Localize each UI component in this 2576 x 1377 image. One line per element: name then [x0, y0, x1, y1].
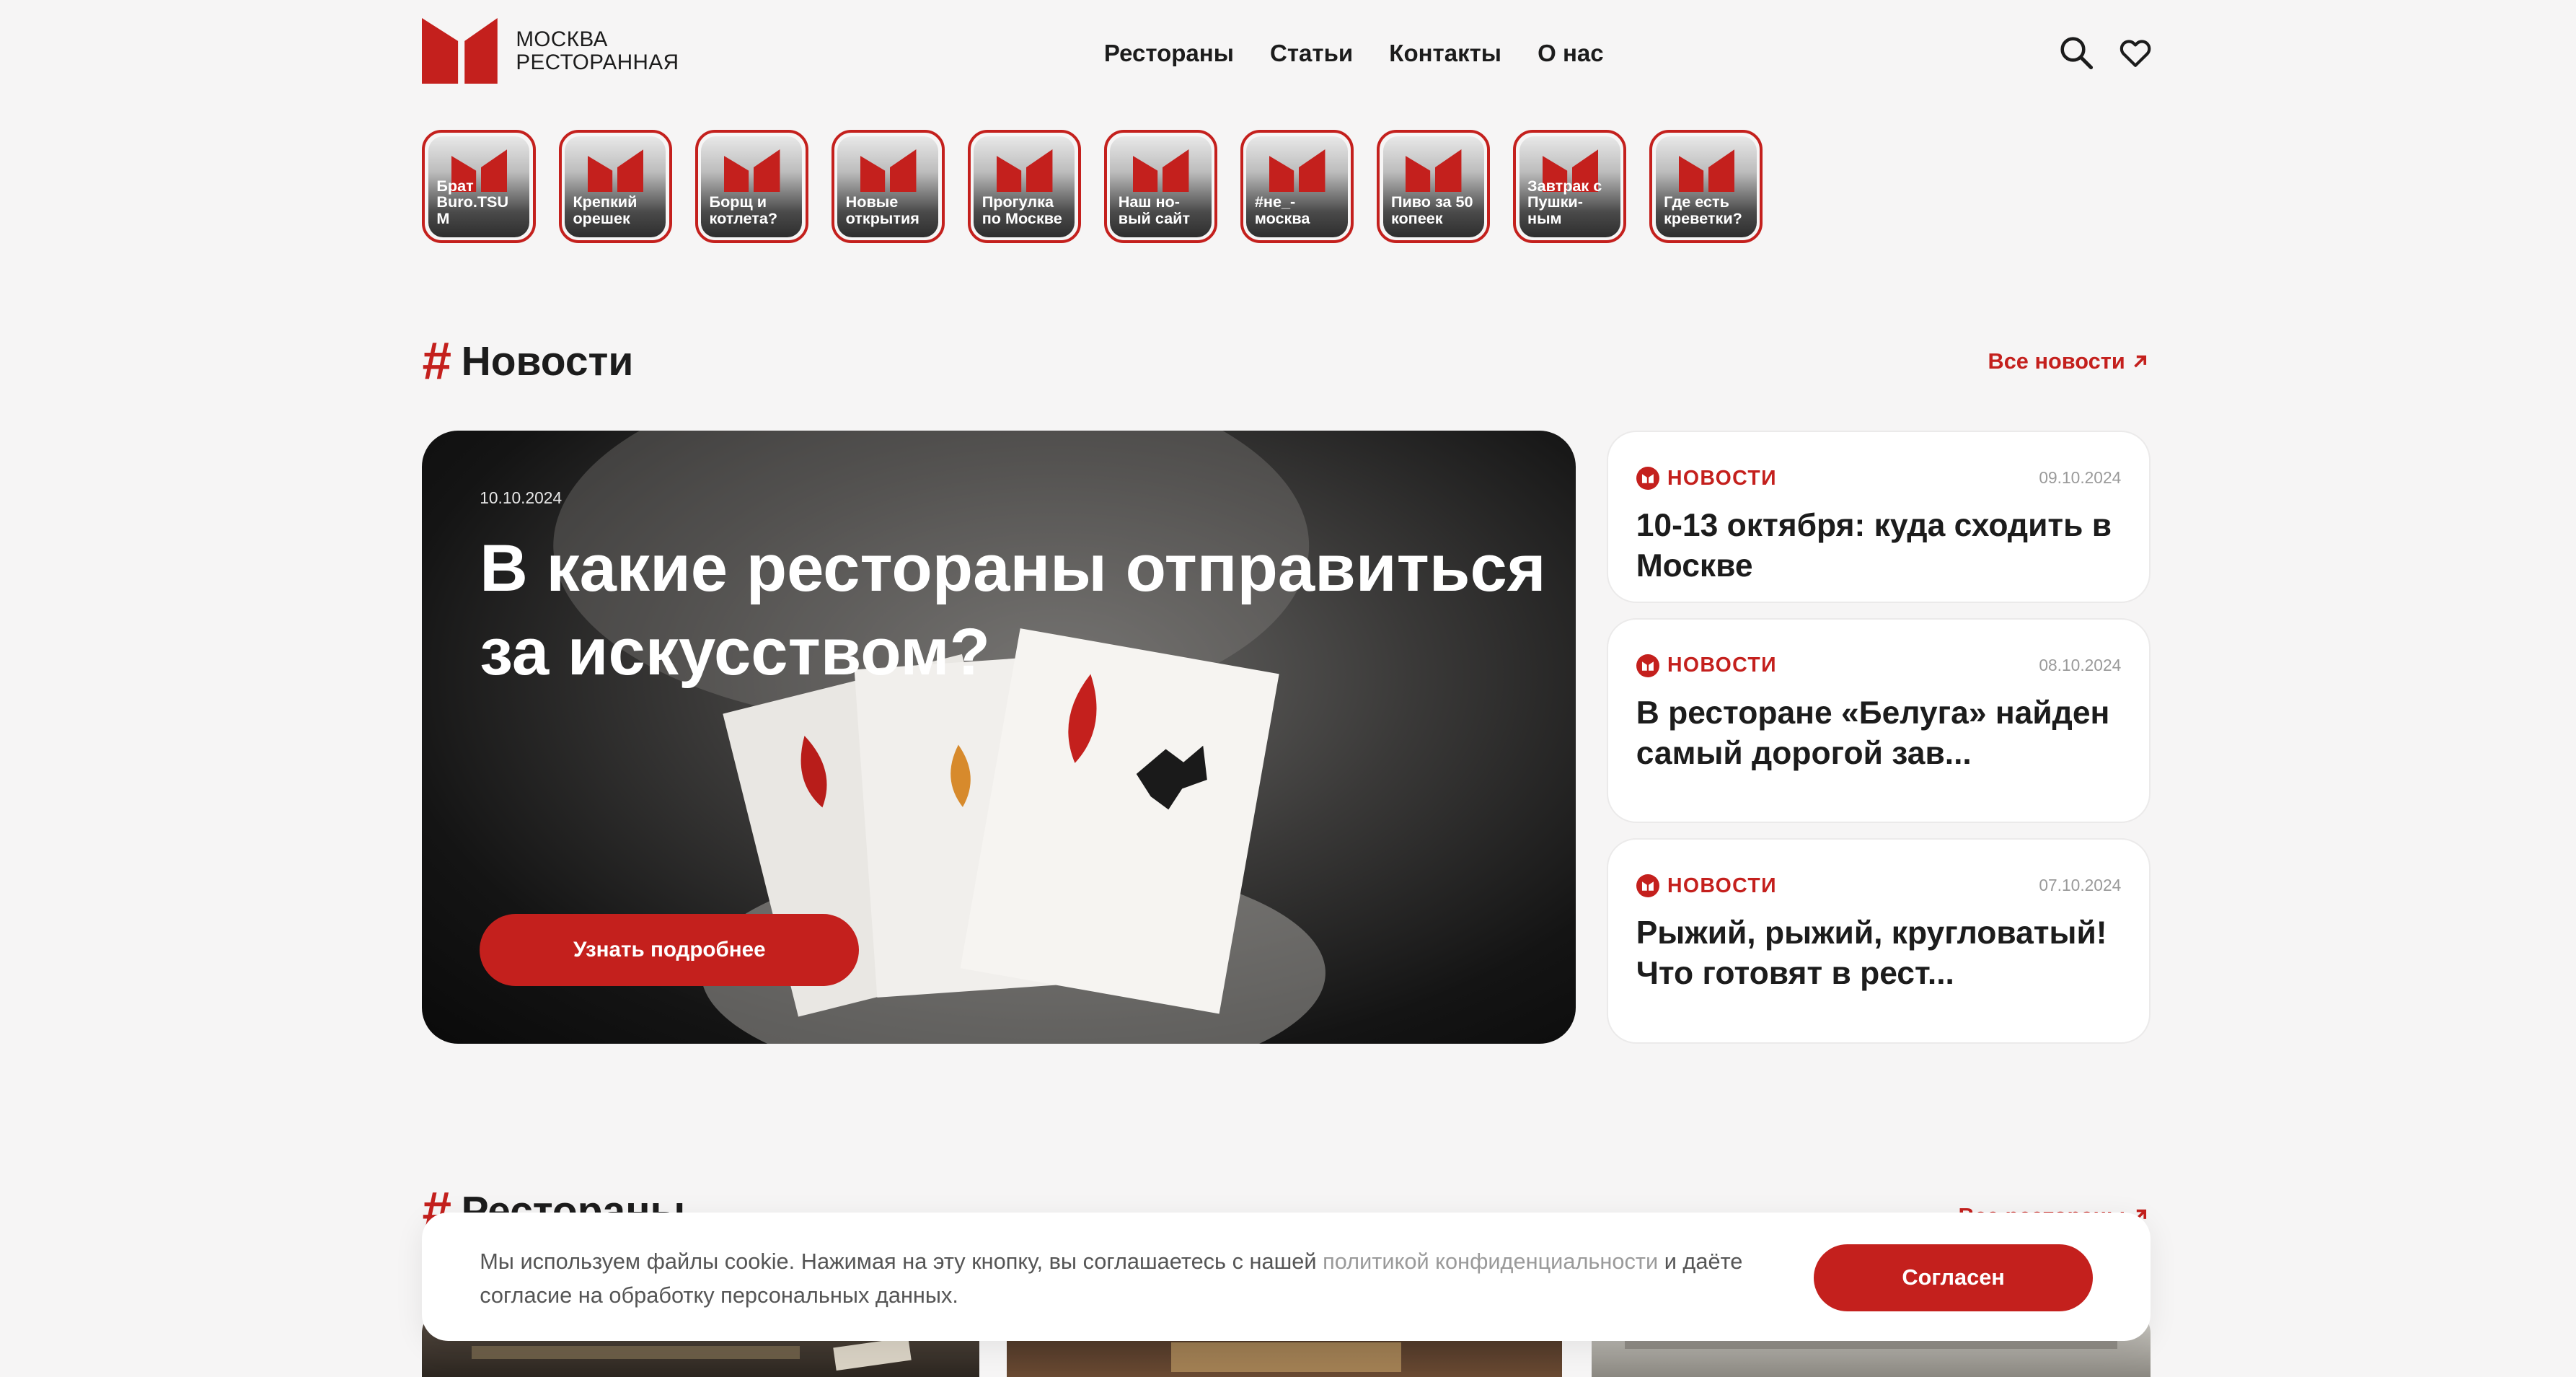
news-tag: НОВОСТИ	[1636, 467, 1777, 490]
story-label: #не_- москва	[1254, 193, 1310, 228]
story-label: Борщ и котлета?	[709, 193, 778, 228]
cookie-banner: Мы используем файлы cookie. Нажимая на э…	[422, 1213, 2151, 1341]
logo-mark-icon	[1269, 149, 1326, 192]
news-tag-icon	[1636, 467, 1659, 490]
news-tag-icon	[1636, 874, 1659, 898]
news-title-text: Новости	[461, 338, 634, 385]
logo-mark-icon	[587, 149, 644, 192]
logo-mark-icon	[724, 149, 780, 192]
story-label: Новые открытия	[845, 193, 919, 228]
featured-title: В какие рестораны отправиться за искусст…	[480, 529, 1546, 690]
news-date: 07.10.2024	[2039, 875, 2122, 894]
all-news-link[interactable]: Все новости	[1988, 348, 2148, 374]
story-label: Пиво за 50 копеек	[1390, 193, 1473, 228]
logo-mark-icon	[422, 18, 498, 84]
story-label: Завтрак с Пушки- ным	[1527, 176, 1602, 228]
cookie-text: Мы используем файлы cookie. Нажимая на э…	[480, 1244, 1761, 1314]
news-card-title: В ресторане «Белуга» найден самый дорого…	[1636, 695, 2110, 771]
story-label: Крепкий орешек	[573, 193, 638, 228]
learn-more-button[interactable]: Узнать подробнее	[480, 913, 860, 986]
story-item[interactable]: Прогулка по Москве	[967, 129, 1081, 244]
nav-item-articles[interactable]: Статьи	[1270, 40, 1353, 67]
news-tag: НОВОСТИ	[1636, 654, 1777, 677]
logo-mark-icon	[1406, 149, 1462, 192]
logo-mark-icon	[997, 149, 1053, 192]
featured-news-card[interactable]: 10.10.2024 В какие рестораны отправиться…	[422, 430, 1576, 1044]
nav-item-restaurants[interactable]: Рестораны	[1104, 40, 1234, 67]
news-tag-label: НОВОСТИ	[1667, 466, 1777, 490]
heart-icon[interactable]	[2117, 35, 2153, 71]
stories-row: Брат Buro.TSU M Крепкий орешек Борщ и ко…	[422, 129, 1763, 244]
nav-item-contacts[interactable]: Контакты	[1389, 40, 1501, 67]
story-item[interactable]: Завтрак с Пушки- ным	[1513, 129, 1627, 244]
hash-icon: #	[422, 331, 451, 390]
featured-date: 10.10.2024	[480, 488, 563, 507]
search-icon[interactable]	[2058, 35, 2094, 71]
main-nav: Рестораны Статьи Контакты О нас	[1104, 40, 1604, 67]
story-item[interactable]: Пиво за 50 копеек	[1377, 129, 1491, 244]
cookie-text-start: Мы используем файлы cookie. Нажимая на э…	[480, 1248, 1323, 1274]
story-label: Наш но- вый сайт	[1118, 193, 1191, 228]
logo-mark-icon	[1678, 149, 1735, 192]
news-tag-label: НОВОСТИ	[1667, 654, 1777, 677]
story-label: Прогулка по Москве	[982, 193, 1062, 228]
story-label: Где есть креветки?	[1664, 193, 1742, 228]
news-tag-label: НОВОСТИ	[1667, 874, 1777, 897]
news-tag: НОВОСТИ	[1636, 874, 1777, 898]
privacy-policy-link[interactable]: политикой конфиденциальности	[1323, 1249, 1658, 1274]
news-card[interactable]: НОВОСТИ 08.10.2024 В ресторане «Белуга» …	[1606, 617, 2151, 824]
all-news-label: Все новости	[1988, 348, 2125, 374]
news-tag-icon	[1636, 654, 1659, 677]
logo-text: МОСКВА РЕСТОРАННАЯ	[516, 27, 679, 74]
nav-item-about[interactable]: О нас	[1538, 40, 1604, 67]
story-item[interactable]: Наш но- вый сайт	[1103, 129, 1218, 244]
cookie-accept-button[interactable]: Согласен	[1814, 1244, 2094, 1311]
story-item[interactable]: Новые открытия	[831, 129, 945, 244]
story-item[interactable]: Где есть креветки?	[1649, 129, 1763, 244]
arrow-up-right-icon	[2134, 355, 2146, 368]
story-label: Брат Buro.TSU M	[436, 176, 509, 228]
logo-mark-icon	[860, 149, 917, 192]
news-date: 09.10.2024	[2039, 467, 2122, 487]
logo-mark-icon	[1133, 149, 1189, 192]
story-item[interactable]: Брат Buro.TSU M	[422, 129, 536, 244]
news-card-title: 10-13 октября: куда сходить в Москве	[1636, 508, 2112, 584]
news-section-title: # Новости	[422, 335, 633, 388]
news-card-title: Рыжий, рыжий, кругловатый! Что готовят в…	[1636, 915, 2107, 992]
news-card[interactable]: НОВОСТИ 07.10.2024 Рыжий, рыжий, круглов…	[1606, 837, 2151, 1044]
story-item[interactable]: #не_- москва	[1240, 129, 1354, 244]
news-card[interactable]: НОВОСТИ 09.10.2024 10-13 октября: куда с…	[1606, 430, 2151, 604]
story-item[interactable]: Крепкий орешек	[558, 129, 672, 244]
news-date: 08.10.2024	[2039, 655, 2122, 674]
story-item[interactable]: Борщ и котлета?	[694, 129, 808, 244]
